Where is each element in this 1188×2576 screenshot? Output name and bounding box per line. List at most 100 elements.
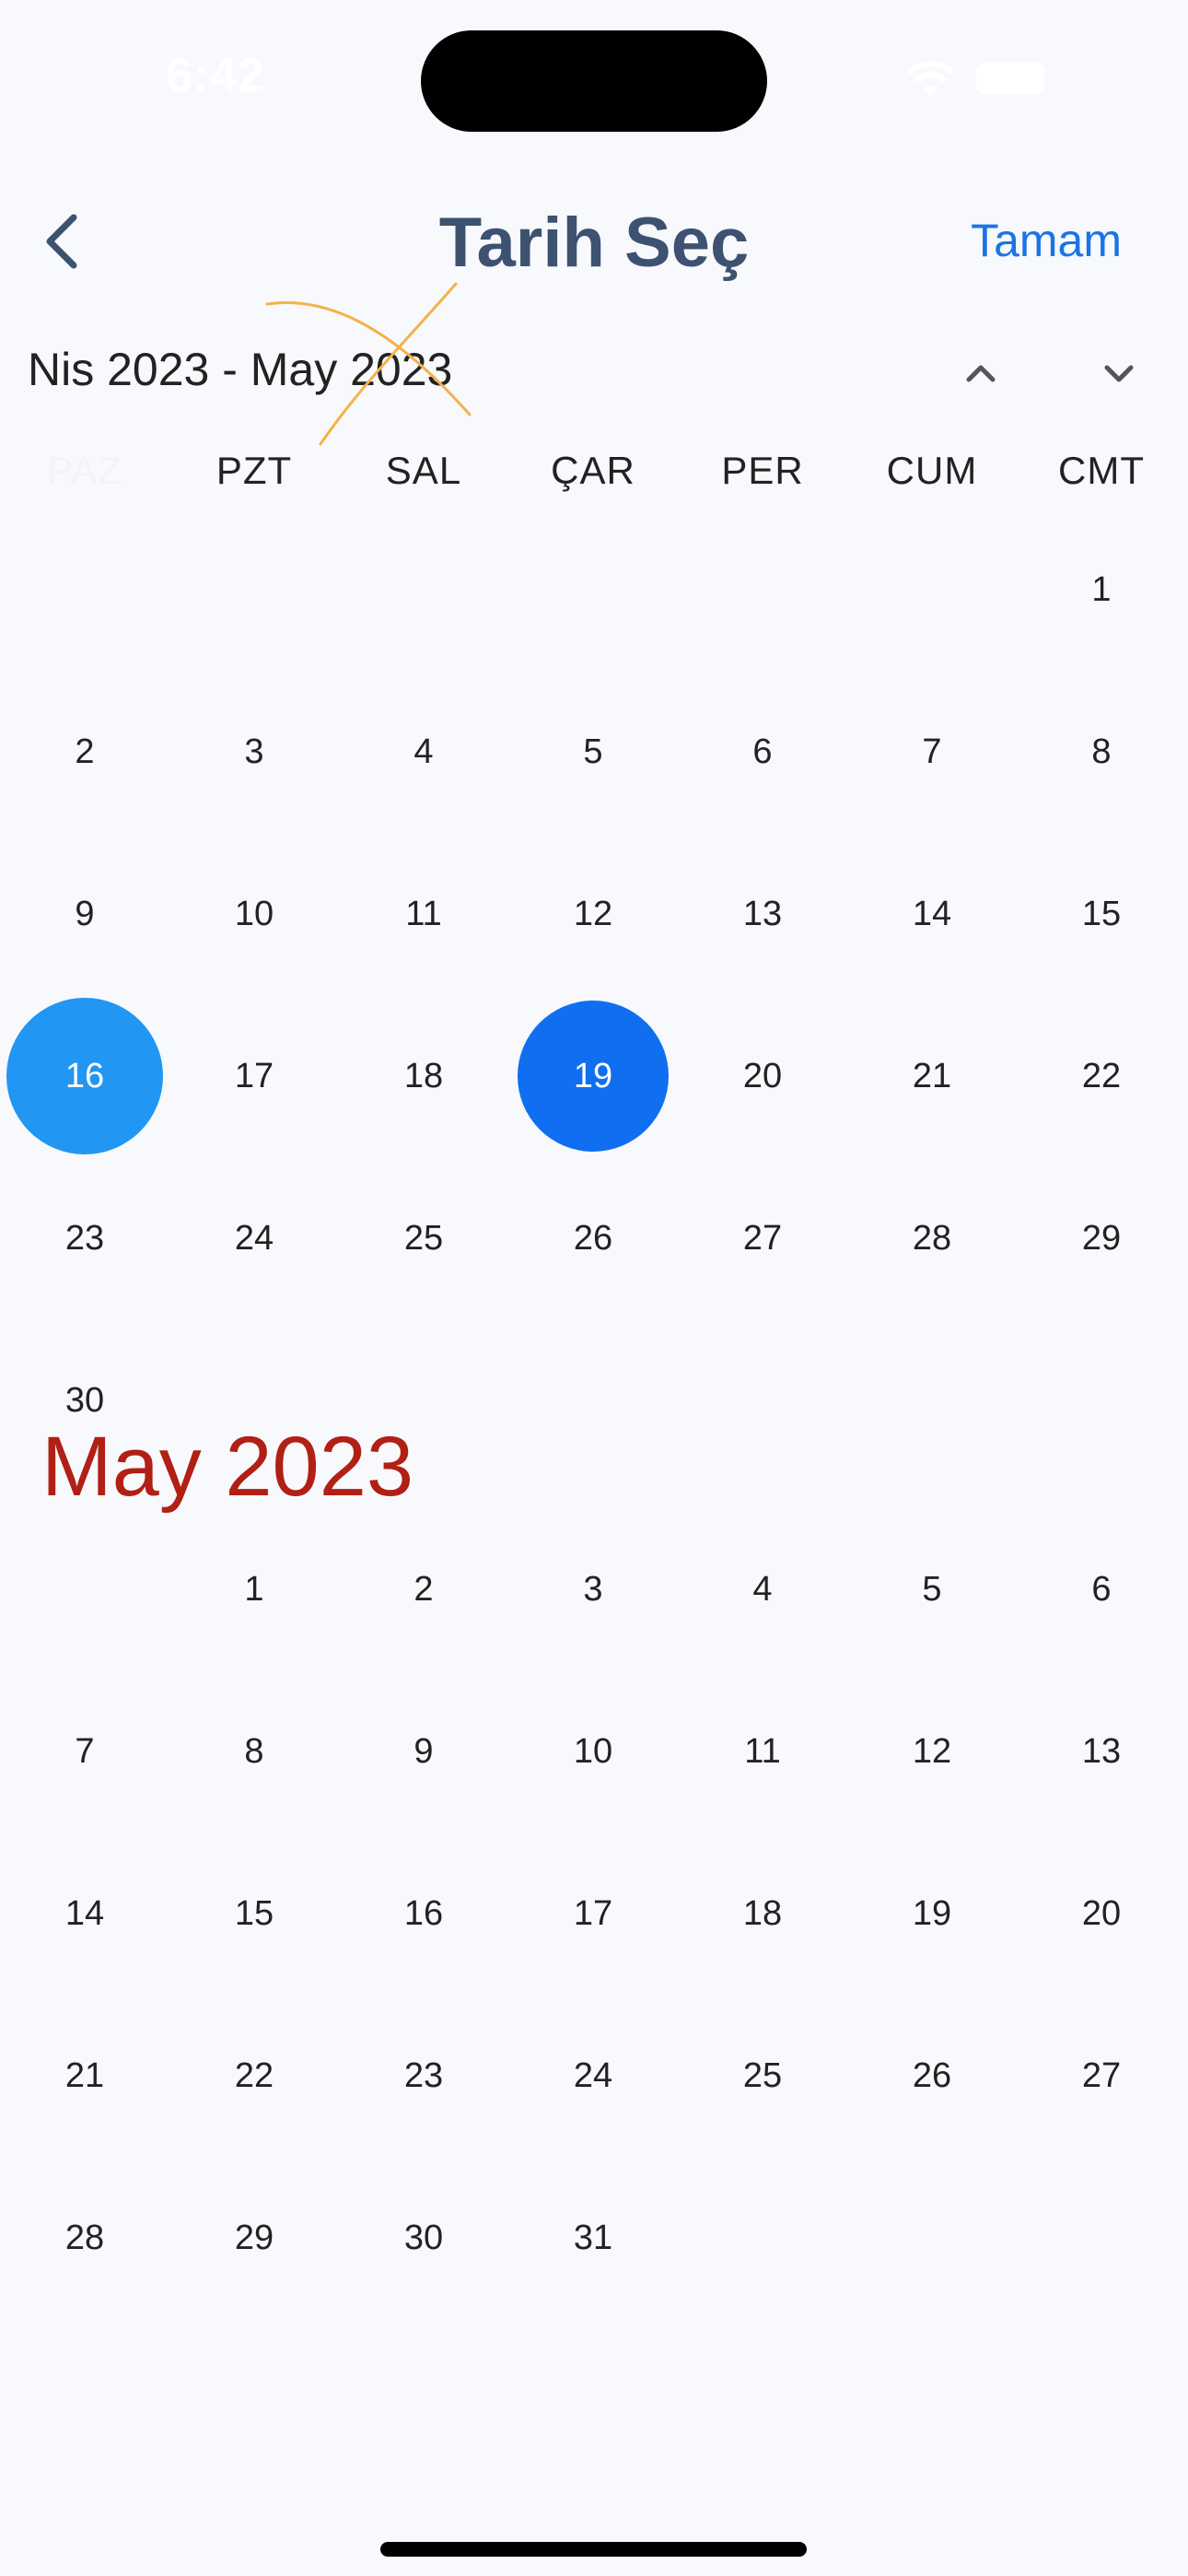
day-cell[interactable]: 5 — [508, 715, 678, 789]
day-number: 15 — [1081, 895, 1122, 933]
nav-bar: Tarih Seç Tamam — [0, 184, 1188, 304]
day-cell[interactable]: 18 — [339, 1039, 508, 1113]
weekday-label: ÇAR — [551, 449, 635, 492]
day-cell[interactable]: 2 — [0, 715, 169, 789]
day-number: 23 — [403, 2056, 444, 2095]
day-cell[interactable]: 6 — [1017, 1552, 1186, 1626]
day-number: 30 — [403, 2219, 444, 2257]
day-cell[interactable]: 5 — [847, 1552, 1017, 1626]
day-cell[interactable]: 21 — [847, 1039, 1017, 1113]
day-cell[interactable]: 31 — [508, 2201, 678, 2275]
day-number: 29 — [234, 2219, 274, 2257]
day-cell[interactable]: 10 — [508, 1715, 678, 1788]
day-cell[interactable]: 30 — [339, 2201, 508, 2275]
day-number: 2 — [75, 732, 95, 771]
weekday-label: PER — [721, 449, 804, 492]
day-number: 10 — [573, 1732, 613, 1771]
day-cell[interactable]: 28 — [0, 2201, 169, 2275]
day-cell[interactable]: 14 — [847, 877, 1017, 951]
day-cell[interactable]: 2 — [339, 1552, 508, 1626]
day-cell[interactable]: 1 — [1017, 553, 1186, 626]
day-cell[interactable]: 28 — [847, 1201, 1017, 1275]
day-cell[interactable]: 11 — [678, 1715, 847, 1788]
day-cell[interactable]: 17 — [508, 1877, 678, 1950]
day-number: 1 — [244, 1570, 264, 1609]
day-number: 15 — [234, 1894, 274, 1933]
day-number: 7 — [922, 732, 942, 771]
day-number: 11 — [405, 895, 442, 933]
day-number: 13 — [742, 895, 783, 933]
previous-month-button[interactable] — [958, 350, 1004, 396]
day-cell[interactable]: 18 — [678, 1877, 847, 1950]
day-number: 5 — [583, 732, 603, 771]
day-cell[interactable]: 25 — [339, 1201, 508, 1275]
day-number: 3 — [244, 732, 264, 771]
day-number: 26 — [573, 1219, 613, 1258]
day-cell[interactable]: 24 — [508, 2039, 678, 2113]
day-cell[interactable]: 27 — [1017, 2039, 1186, 2113]
day-cell[interactable]: 22 — [1017, 1039, 1186, 1113]
day-cell[interactable]: 9 — [339, 1715, 508, 1788]
range-label: Nis 2023 - May 2023 — [28, 344, 453, 395]
day-number: 27 — [1081, 2056, 1122, 2095]
day-cell[interactable]: 15 — [169, 1877, 339, 1950]
day-cell[interactable]: 14 — [0, 1877, 169, 1950]
day-cell[interactable]: 8 — [169, 1715, 339, 1788]
day-cell[interactable]: 6 — [678, 715, 847, 789]
day-cell[interactable]: 13 — [1017, 1715, 1186, 1788]
day-cell[interactable]: 11 — [339, 877, 508, 951]
day-cell[interactable]: 4 — [339, 715, 508, 789]
day-cell[interactable]: 26 — [508, 1201, 678, 1275]
day-cell[interactable]: 23 — [339, 2039, 508, 2113]
day-cell[interactable]: 19 — [847, 1877, 1017, 1950]
day-number: 29 — [1081, 1219, 1122, 1258]
day-cell[interactable]: 29 — [1017, 1201, 1186, 1275]
done-button[interactable]: Tamam — [971, 214, 1122, 267]
day-cell-selected-start[interactable]: 16 — [0, 998, 169, 1154]
day-cell[interactable]: 16 — [339, 1877, 508, 1950]
day-cell[interactable]: 20 — [678, 1039, 847, 1113]
day-cell[interactable]: 26 — [847, 2039, 1017, 2113]
day-number: 12 — [573, 895, 613, 933]
day-number: 9 — [413, 1732, 434, 1771]
next-month-button[interactable] — [1096, 350, 1142, 396]
day-cell[interactable]: 21 — [0, 2039, 169, 2113]
day-number: 13 — [1081, 1732, 1122, 1771]
weekday-label: SAL — [385, 449, 462, 492]
day-cell[interactable]: 4 — [678, 1552, 847, 1626]
day-cell[interactable]: 7 — [847, 715, 1017, 789]
day-cell[interactable]: 29 — [169, 2201, 339, 2275]
day-cell[interactable]: 9 — [0, 877, 169, 951]
month-title: May 2023 — [41, 1420, 414, 1514]
chevron-up-icon — [966, 365, 996, 382]
day-cell[interactable]: 15 — [1017, 877, 1186, 951]
day-number: 17 — [234, 1057, 274, 1095]
day-cell[interactable]: 12 — [508, 877, 678, 951]
day-number: 8 — [1091, 732, 1112, 771]
day-cell[interactable]: 20 — [1017, 1877, 1186, 1950]
day-number: 24 — [234, 1219, 274, 1258]
day-cell[interactable]: 12 — [847, 1715, 1017, 1788]
day-number: 4 — [752, 1570, 773, 1609]
day-cell[interactable]: 25 — [678, 2039, 847, 2113]
day-cell[interactable]: 24 — [169, 1201, 339, 1275]
day-cell[interactable]: 23 — [0, 1201, 169, 1275]
day-cell[interactable]: 3 — [169, 715, 339, 789]
day-cell[interactable]: 17 — [169, 1039, 339, 1113]
day-cell[interactable]: 1 — [169, 1552, 339, 1626]
day-number: 24 — [573, 2056, 613, 2095]
day-cell[interactable]: 8 — [1017, 715, 1186, 789]
day-number: 16 — [403, 1894, 444, 1933]
day-cell[interactable]: 3 — [508, 1552, 678, 1626]
day-cell[interactable]: 10 — [169, 877, 339, 951]
day-cell-selected-end[interactable]: 19 — [508, 1001, 678, 1152]
wifi-icon — [905, 61, 955, 96]
battery-icon — [976, 63, 1044, 94]
day-cell[interactable]: 7 — [0, 1715, 169, 1788]
day-cell[interactable]: 13 — [678, 877, 847, 951]
day-cell[interactable]: 22 — [169, 2039, 339, 2113]
day-number: 26 — [912, 2056, 952, 2095]
day-cell[interactable]: 27 — [678, 1201, 847, 1275]
day-number: 14 — [64, 1894, 105, 1933]
day-number: 6 — [752, 732, 773, 771]
